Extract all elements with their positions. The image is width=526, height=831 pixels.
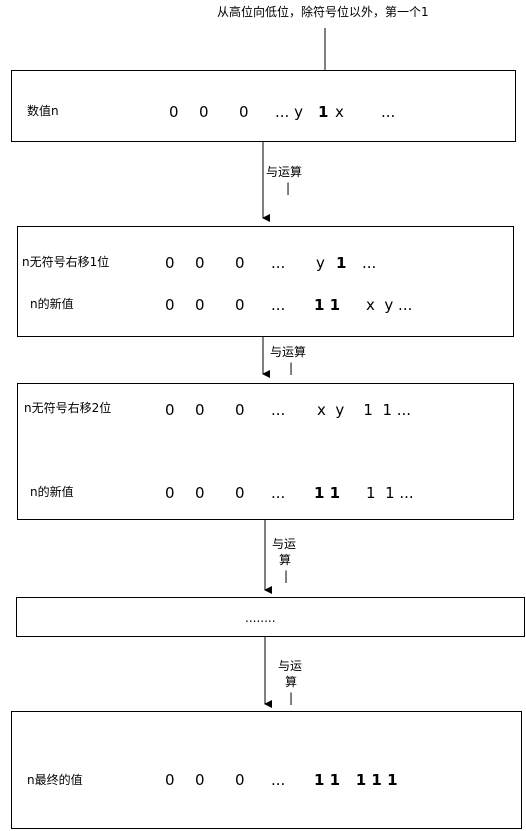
bit: 0: [235, 254, 245, 272]
bit: 0: [165, 254, 175, 272]
bit: 0: [195, 254, 205, 272]
bit-ellipsis: ... y: [275, 103, 303, 121]
bit: 0: [169, 103, 179, 121]
bit: 0: [195, 401, 205, 419]
bit-tail: x y 1 1 ...: [317, 401, 412, 419]
and-operation-tick: |: [289, 691, 294, 705]
bit: 0: [195, 296, 205, 314]
new-value-label: n的新值: [30, 485, 74, 499]
bit: 0: [239, 103, 249, 121]
bit: 0: [235, 401, 245, 419]
bit-ellipsis: ...: [362, 254, 377, 272]
value-n-box: [11, 70, 516, 142]
bit-ellipsis: ...: [271, 484, 286, 502]
bit-ellipsis: ...: [271, 401, 286, 419]
bit: 0: [235, 771, 245, 789]
top-note: 从高位向低位，除符号位以外，第一个1: [217, 5, 429, 19]
bit-ones: 1 1: [314, 484, 341, 502]
shift-1-box: [17, 226, 514, 337]
bit: 0: [165, 296, 175, 314]
and-operation-label: 与运: [272, 537, 297, 551]
bit-ellipsis: ...: [271, 254, 286, 272]
bit: 0: [165, 484, 175, 502]
bit: y: [316, 254, 325, 272]
bit: 0: [195, 484, 205, 502]
and-operation-label: 与运算: [270, 345, 307, 359]
bit-ellipsis: ...: [271, 296, 286, 314]
new-value-label: n的新值: [30, 297, 74, 311]
ellipsis-text: ........: [245, 611, 276, 625]
bit: 0: [235, 296, 245, 314]
bit-tail: 1 1 ...: [366, 484, 414, 502]
bit-ones: 1 1: [314, 296, 341, 314]
shift-2-label: n无符号右移2位: [24, 401, 112, 415]
shift-1-label: n无符号右移1位: [22, 255, 110, 269]
bit-tail: x y ...: [366, 296, 413, 314]
bit-ellipsis: ...: [271, 771, 286, 789]
final-value-box: [11, 711, 522, 829]
first-one-bit: 1: [318, 103, 329, 121]
bit-ones: 1 1 1 1 1: [314, 771, 398, 789]
bit: 0: [199, 103, 209, 121]
bit: x: [335, 103, 344, 121]
bit: 0: [165, 401, 175, 419]
bit-ellipsis: ...: [381, 103, 396, 121]
and-operation-tick: |: [286, 181, 291, 195]
bit: 0: [165, 771, 175, 789]
and-operation-tick: |: [284, 569, 289, 583]
and-operation-label: 算: [279, 553, 292, 567]
and-operation-label: 算: [285, 675, 298, 689]
bit: 1: [336, 254, 347, 272]
and-operation-label: 与运算: [266, 165, 303, 179]
and-operation-label: 与运: [278, 659, 303, 673]
and-operation-tick: |: [289, 361, 294, 375]
bit: 0: [195, 771, 205, 789]
bit: 0: [235, 484, 245, 502]
final-value-label: n最终的值: [27, 773, 83, 787]
value-n-label: 数值n: [27, 104, 59, 118]
